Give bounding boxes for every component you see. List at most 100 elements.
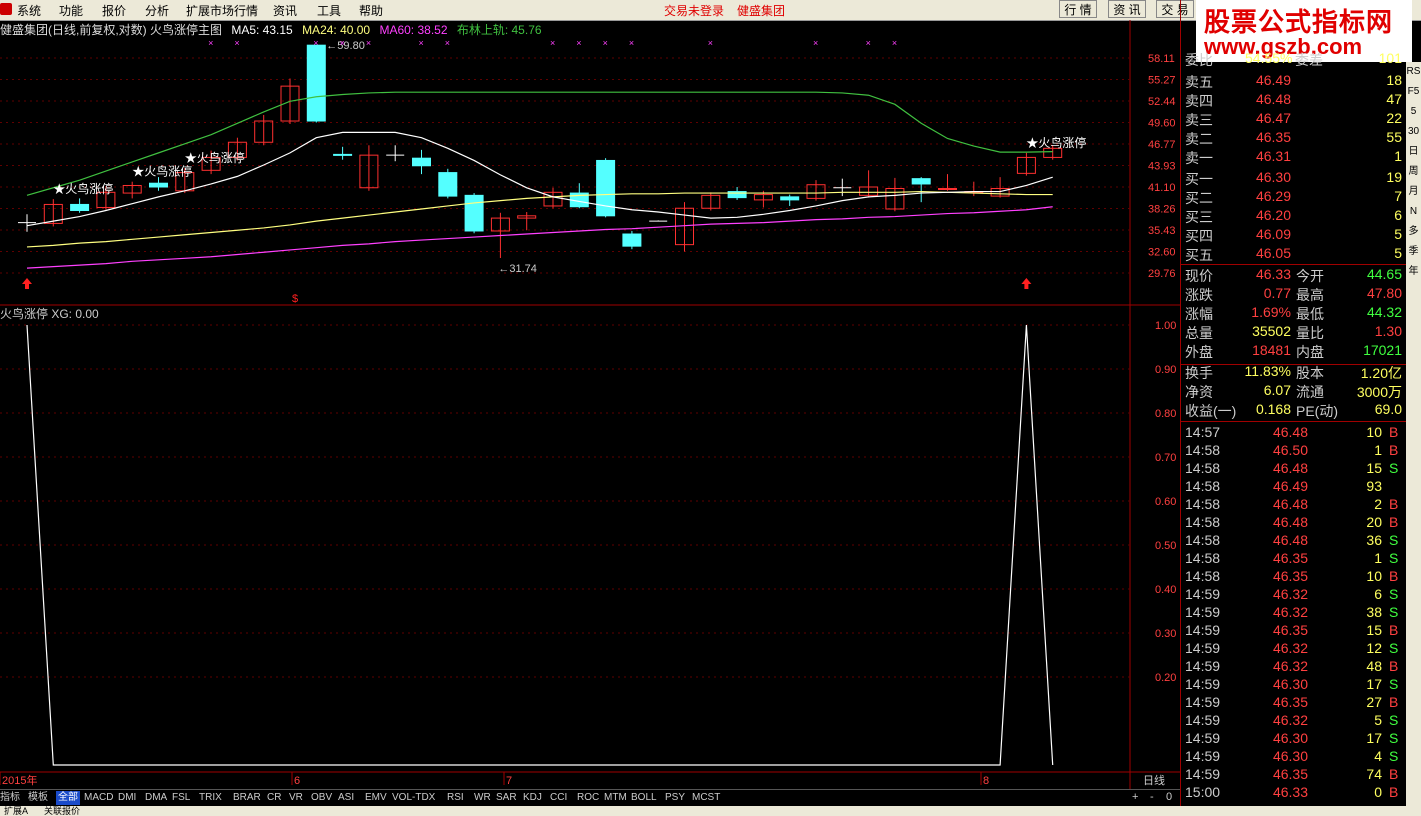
tick-time: 14:58 <box>1185 442 1221 458</box>
tab-emv[interactable]: EMV <box>365 791 387 805</box>
tick-time: 14:59 <box>1185 766 1221 782</box>
kline-chart[interactable]: 58.11 55.27 52.44 49.60 46.77 43.93 41.10 38.26… <box>0 20 1180 790</box>
toolbar-button[interactable]: 5 <box>1406 102 1421 122</box>
ma60-line <box>26 206 1053 269</box>
tick-price: 46.48 <box>1272 514 1308 530</box>
toolbar-button[interactable]: 季 <box>1406 242 1421 262</box>
tab-cci[interactable]: CCI <box>550 791 567 805</box>
menu-news[interactable]: 资讯 <box>273 2 297 19</box>
price-tick-label: 32.60 <box>1148 246 1176 258</box>
tab-mtm[interactable]: MTM <box>604 791 627 805</box>
bid-price: 46.05 <box>1255 245 1291 261</box>
tab-roc[interactable]: ROC <box>577 791 599 805</box>
date-label: 7 <box>506 775 512 787</box>
price-tick-label: 49.60 <box>1148 118 1176 130</box>
tab-rsi[interactable]: RSI <box>447 791 464 805</box>
tab-wr[interactable]: WR <box>474 791 491 805</box>
status-linked-quote[interactable]: 关联报价 <box>44 806 80 816</box>
tick-time: 14:59 <box>1185 712 1221 728</box>
tick-volume: 38 <box>1366 604 1382 620</box>
tab-dmi[interactable]: DMI <box>118 791 136 805</box>
sub-tick-label: 1.00 <box>1155 320 1176 332</box>
stat-value: 47.80 <box>1366 285 1402 301</box>
tab-vr[interactable]: VR <box>289 791 303 805</box>
sub-tick-label: 0.20 <box>1155 672 1176 684</box>
tab-obv[interactable]: OBV <box>311 791 332 805</box>
tab-模板[interactable]: 模板 <box>28 791 48 805</box>
tick-price: 46.48 <box>1272 532 1308 548</box>
tick-price: 46.32 <box>1272 640 1308 656</box>
menu-quote[interactable]: 报价 <box>102 2 126 19</box>
menu-analysis[interactable]: 分析 <box>145 2 169 19</box>
tab-fsl[interactable]: FSL <box>172 791 190 805</box>
tick-side: S <box>1389 676 1399 692</box>
toolbar-button[interactable]: RS <box>1406 62 1421 82</box>
tab-vol-tdx[interactable]: VOL-TDX <box>392 791 435 805</box>
panel-border <box>1180 264 1406 265</box>
tick-price: 46.32 <box>1272 586 1308 602</box>
tab-kdj[interactable]: KDJ <box>523 791 542 805</box>
tab-全部[interactable]: 全部 <box>56 791 80 805</box>
tick-price: 46.35 <box>1272 622 1308 638</box>
ask-price: 46.47 <box>1255 110 1291 126</box>
ask-price: 46.48 <box>1255 91 1291 107</box>
tick-price: 46.30 <box>1272 676 1308 692</box>
toolbar-button[interactable]: N <box>1406 202 1421 222</box>
menu-system[interactable]: 系统 <box>17 2 41 19</box>
tab-指标[interactable]: 指标 <box>0 791 20 805</box>
tick-volume: 5 <box>1374 712 1382 728</box>
stat-label: 流通 <box>1296 384 1324 400</box>
stat-label: 涨幅 <box>1185 306 1213 322</box>
tick-time: 14:59 <box>1185 748 1221 764</box>
price-tick-label: 43.93 <box>1148 161 1176 173</box>
trade-button[interactable]: 交 易 <box>1156 0 1194 18</box>
tick-time: 14:58 <box>1185 568 1221 584</box>
toolbar-button[interactable]: 月 <box>1406 182 1421 202</box>
tab-cr[interactable]: CR <box>267 791 281 805</box>
tab-psy[interactable]: PSY <box>665 791 685 805</box>
bid-price: 46.29 <box>1255 188 1291 204</box>
reset-button[interactable]: 0 <box>1166 791 1172 803</box>
toolbar-button[interactable]: 年 <box>1406 262 1421 282</box>
candle-body <box>70 203 90 212</box>
candle-body <box>622 233 642 247</box>
tick-side: B <box>1389 622 1399 638</box>
toolbar-button[interactable]: 日 <box>1406 142 1421 162</box>
news-button[interactable]: 资 讯 <box>1108 0 1146 18</box>
bid-volume: 5 <box>1394 245 1402 261</box>
right-toolbar: RS F5 5 30 日周月 N 多季年 <box>1406 62 1421 806</box>
toolbar-button[interactable]: 多 <box>1406 222 1421 242</box>
tab-asi[interactable]: ASI <box>338 791 354 805</box>
tab-sar[interactable]: SAR <box>496 791 517 805</box>
menu-help[interactable]: 帮助 <box>359 2 383 19</box>
tick-side: B <box>1389 658 1399 674</box>
tick-volume: 12 <box>1366 640 1382 656</box>
tab-mcst[interactable]: MCST <box>692 791 720 805</box>
bid-price: 46.30 <box>1255 169 1291 185</box>
tab-dma[interactable]: DMA <box>145 791 167 805</box>
tab-trix[interactable]: TRIX <box>199 791 222 805</box>
toolbar-button[interactable]: 周 <box>1406 162 1421 182</box>
signal-label: ★火鸟涨停 <box>132 164 192 179</box>
tick-price: 46.35 <box>1272 568 1308 584</box>
status-extended[interactable]: 扩展A <box>4 806 28 816</box>
quote-button[interactable]: 行 情 <box>1059 0 1097 18</box>
menu-extended-market[interactable]: 扩展市场行情 <box>186 2 258 19</box>
toolbar-button[interactable]: F5 <box>1406 82 1421 102</box>
candle-body <box>464 194 484 232</box>
zoom-in-button[interactable]: + <box>1132 791 1138 803</box>
sub-indicator-title: 火鸟涨停 XG: 0.00 <box>0 307 99 321</box>
menu-tools[interactable]: 工具 <box>317 2 341 19</box>
ask-volume: 55 <box>1386 129 1402 145</box>
tab-brar[interactable]: BRAR <box>233 791 261 805</box>
toolbar-button[interactable]: 30 <box>1406 122 1421 142</box>
menu-function[interactable]: 功能 <box>59 2 83 19</box>
tab-boll[interactable]: BOLL <box>631 791 657 805</box>
tick-side: S <box>1389 730 1399 746</box>
tick-price: 46.32 <box>1272 712 1308 728</box>
zoom-out-button[interactable]: - <box>1150 791 1154 803</box>
tab-macd[interactable]: MACD <box>84 791 113 805</box>
bid-price: 46.09 <box>1255 226 1291 242</box>
trade-login-status[interactable]: 交易未登录 <box>664 2 724 19</box>
tick-price: 46.48 <box>1272 496 1308 512</box>
